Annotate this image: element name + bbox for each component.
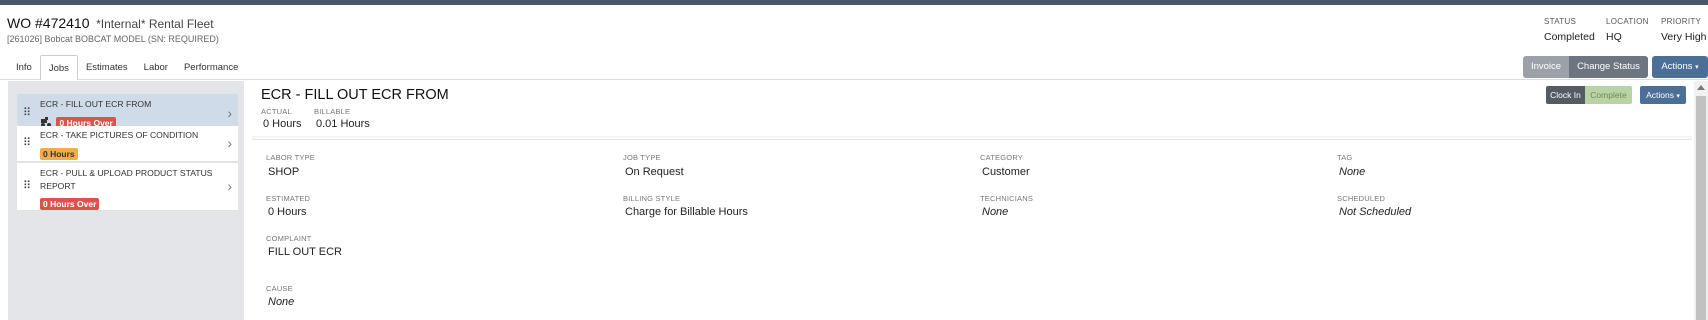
workorder-title: WO #472410 *Internal* Rental Fleet: [7, 15, 214, 31]
job-actions-dropdown-button[interactable]: Actions ▾: [1640, 86, 1686, 104]
clock-in-button[interactable]: Clock In: [1546, 86, 1585, 104]
chevron-right-icon: ›: [227, 105, 232, 121]
job-actions-label: Actions: [1646, 90, 1674, 100]
cause-label: CAUSE: [266, 284, 293, 293]
job-title: ECR - PULL & UPLOAD PRODUCT STATUS REPOR…: [40, 168, 213, 191]
job-meta: 0 Hours Over: [40, 194, 100, 212]
scheduled-value: Not Scheduled: [1339, 206, 1412, 218]
drag-handle-icon[interactable]: ⠿: [23, 136, 31, 149]
scheduled-label: SCHEDULED: [1337, 194, 1386, 203]
status-label: STATUS: [1544, 17, 1577, 26]
tag-label: TAG: [1337, 153, 1353, 162]
actual-value: 0 Hours: [263, 118, 302, 130]
tab-bar: Info Jobs Estimates Labor Performance: [8, 55, 246, 80]
chevron-right-icon: ›: [227, 178, 232, 194]
change-status-button[interactable]: Change Status: [1569, 56, 1648, 78]
job-list-item[interactable]: ⠿ ECR - TAKE PICTURES OF CONDITION 0 Hou…: [17, 126, 238, 162]
top-accent-bar: [0, 0, 1708, 5]
actions-dropdown-button[interactable]: Actions ▾: [1652, 56, 1708, 78]
complaint-label: COMPLAINT: [266, 234, 312, 243]
complete-button[interactable]: Complete: [1585, 86, 1632, 104]
actions-label: Actions: [1661, 61, 1693, 72]
workorder-fleet: *Internal* Rental Fleet: [96, 17, 214, 31]
tab-estimates[interactable]: Estimates: [78, 55, 136, 80]
location-value: HQ: [1606, 31, 1622, 43]
job-list-panel: ⠿ ECR - FILL OUT ECR FROM 0 Hours Over ›…: [8, 81, 244, 320]
cause-value: None: [268, 296, 295, 308]
category-label: CATEGORY: [980, 153, 1023, 162]
scrollbar-thumb[interactable]: [1696, 96, 1706, 320]
tab-jobs[interactable]: Jobs: [39, 55, 78, 80]
chevron-right-icon: ›: [227, 135, 232, 151]
technicians-label: TECHNICIANS: [980, 194, 1034, 203]
actual-label: ACTUAL: [261, 107, 292, 116]
workorder-subtitle: [261026] Bobcat BOBCAT MODEL (SN: REQUIR…: [7, 34, 219, 44]
tab-info[interactable]: Info: [8, 55, 40, 80]
tag-value: None: [1339, 166, 1366, 178]
tab-labor[interactable]: Labor: [136, 55, 176, 80]
caret-down-icon: ▾: [1695, 64, 1699, 71]
priority-value: Very High: [1661, 31, 1707, 43]
billing-style-label: BILLING STYLE: [623, 194, 681, 203]
estimated-label: ESTIMATED: [266, 194, 311, 203]
estimated-value: 0 Hours: [268, 206, 307, 218]
invoice-button[interactable]: Invoice: [1523, 56, 1569, 78]
status-block: STATUS Completed: [1544, 17, 1595, 43]
scroll-up-arrow-icon[interactable]: [1697, 85, 1705, 90]
vertical-scrollbar[interactable]: [1694, 81, 1708, 320]
job-type-label: JOB TYPE: [623, 153, 661, 162]
priority-block: PRIORITY Very High: [1661, 17, 1707, 43]
workorder-number: WO #472410: [7, 15, 90, 31]
job-title: ECR - TAKE PICTURES OF CONDITION: [40, 130, 199, 140]
priority-label: PRIORITY: [1661, 17, 1702, 26]
category-value: Customer: [982, 166, 1030, 178]
labor-type-value: SHOP: [268, 166, 300, 178]
labor-type-label: LABOR TYPE: [266, 153, 315, 162]
job-title: ECR - FILL OUT ECR FROM: [40, 99, 152, 109]
billable-value: 0.01 Hours: [316, 118, 370, 130]
location-label: LOCATION: [1606, 17, 1649, 26]
billing-style-value: Charge for Billable Hours: [625, 206, 748, 218]
job-detail-fields: LABOR TYPE SHOP JOB TYPE On Request CATE…: [252, 139, 1692, 320]
status-value: Completed: [1544, 31, 1595, 43]
hours-over-badge: 0 Hours Over: [40, 198, 100, 210]
tab-performance[interactable]: Performance: [176, 55, 246, 80]
hours-badge: 0 Hours: [40, 148, 78, 160]
drag-handle-icon[interactable]: ⠿: [23, 106, 31, 119]
drag-handle-icon[interactable]: ⠿: [23, 179, 31, 192]
billable-label: BILLABLE: [314, 107, 351, 116]
tab-divider: [0, 79, 1708, 80]
job-type-value: On Request: [625, 166, 684, 178]
technicians-value: None: [982, 206, 1009, 218]
location-block: LOCATION HQ: [1606, 17, 1649, 43]
job-detail-title: ECR - FILL OUT ECR FROM: [261, 87, 449, 103]
caret-down-icon: ▾: [1676, 93, 1680, 100]
complaint-value: FILL OUT ECR: [268, 246, 342, 258]
job-list-item[interactable]: ⠿ ECR - PULL & UPLOAD PRODUCT STATUS REP…: [17, 163, 238, 211]
job-meta: 0 Hours: [40, 144, 78, 162]
